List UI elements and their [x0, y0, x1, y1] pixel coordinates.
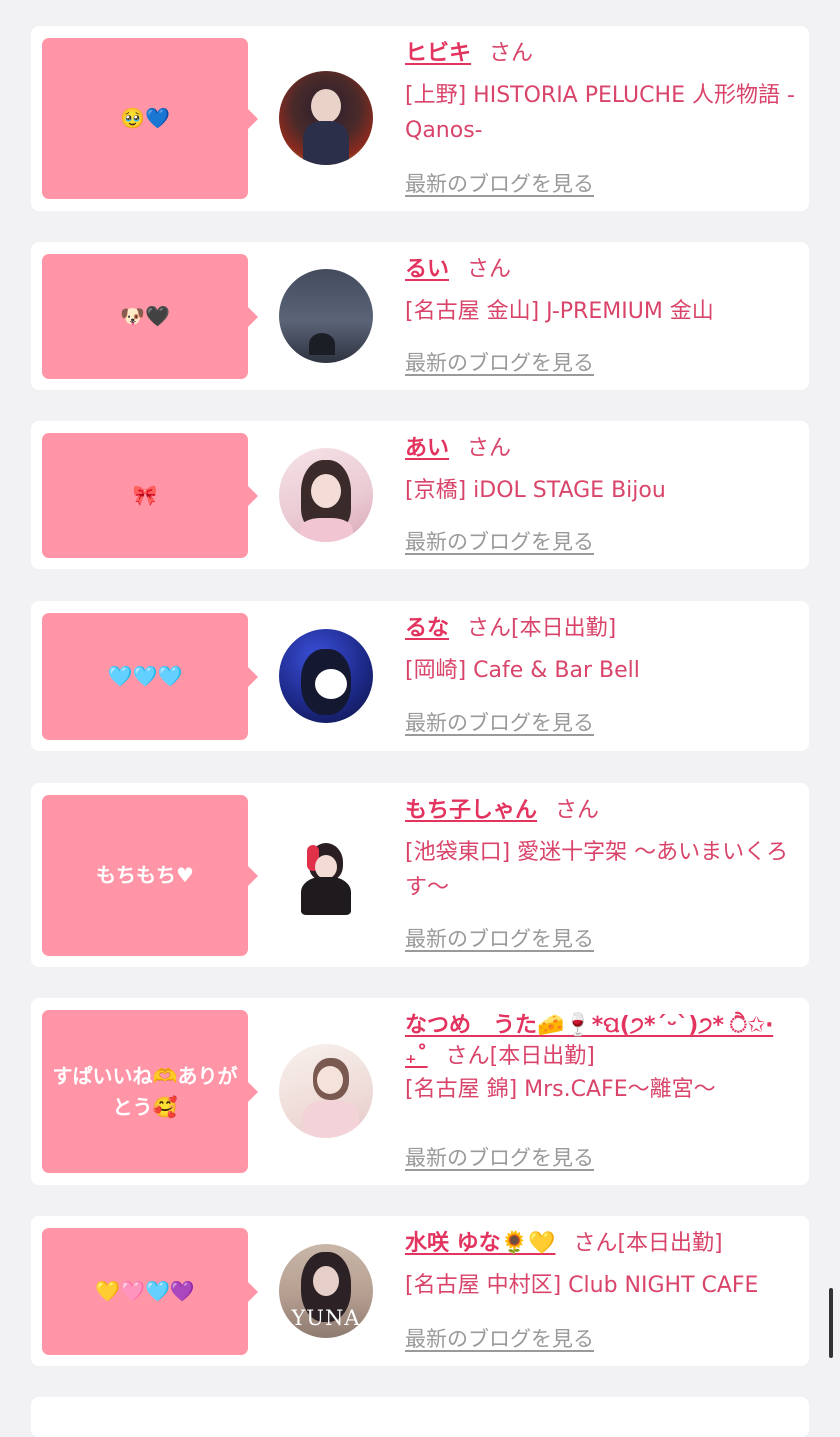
shop-name[interactable]: [池袋東口] 愛迷十字架 〜あいまいくろす〜: [405, 835, 800, 905]
latest-blog-link[interactable]: 最新のブログを見る: [405, 923, 594, 953]
honorific: さん: [467, 436, 512, 461]
latest-blog-link[interactable]: 最新のブログを見る: [405, 526, 594, 556]
shop-name[interactable]: [名古屋 金山] J-PREMIUM 金山: [405, 294, 800, 329]
message-bubble: すぱいいね🫶ありがとう🥰: [42, 1010, 258, 1173]
message-text: すぱいいね🫶ありがとう🥰: [52, 1063, 238, 1119]
honorific: さん: [445, 1044, 490, 1069]
list-item: もちもち♥ もち子しゃん さん [池袋東口] 愛迷十字架 〜あいまいくろす〜 最新…: [31, 783, 809, 967]
message-text: もちもち♥: [96, 863, 194, 887]
user-name-link[interactable]: 水咲 ゆな🌻💛: [405, 1231, 555, 1256]
user-name-link[interactable]: るい: [405, 257, 449, 282]
latest-blog-link[interactable]: 最新のブログを見る: [405, 1142, 594, 1172]
message-bubble: 🥹💙: [42, 38, 258, 199]
honorific: さん: [467, 616, 512, 641]
message-bubble: 🩵🩵🩵: [42, 613, 258, 740]
latest-blog-link[interactable]: 最新のブログを見る: [405, 707, 594, 737]
honorific: さん: [467, 257, 512, 282]
user-name-link[interactable]: ヒビキ: [405, 41, 471, 66]
shop-name[interactable]: [名古屋 錦] Mrs.CAFE〜離宮〜: [405, 1072, 800, 1107]
avatar[interactable]: [279, 448, 373, 542]
message-text: 🥹💙: [120, 106, 170, 130]
user-name-link[interactable]: あい: [405, 436, 449, 461]
status-label: [本日出勤]: [489, 1044, 595, 1069]
avatar[interactable]: YUNA: [279, 1244, 373, 1338]
message-text: 🩵🩵🩵: [107, 664, 183, 688]
list-item: 🐶🖤 るい さん [名古屋 金山] J-PREMIUM 金山 最新のブログを見る: [31, 242, 809, 390]
latest-blog-link[interactable]: 最新のブログを見る: [405, 168, 594, 198]
avatar[interactable]: [279, 1044, 373, 1138]
avatar-caption: YUNA: [291, 1306, 361, 1330]
status-label: [本日出勤]: [617, 1231, 723, 1256]
avatar[interactable]: [279, 71, 373, 165]
honorific: さん: [573, 1231, 618, 1256]
list-item: 💛🩷🩵💜 YUNA 水咲 ゆな🌻💛 さん[本日出勤] [名古屋 中村区] Club…: [31, 1216, 809, 1366]
shop-name[interactable]: [名古屋 中村区] Club NIGHT CAFE: [405, 1268, 800, 1303]
honorific: さん: [489, 41, 534, 66]
avatar[interactable]: [279, 269, 373, 363]
list-item: 🎀 あい さん [京橋] iDOL STAGE Bijou 最新のブログを見る: [31, 421, 809, 569]
shop-name[interactable]: [上野] HISTORIA PELUCHE 人形物語 -Qanos-: [405, 78, 800, 148]
honorific: さん: [555, 798, 600, 823]
list-item: すぱいいね🫶ありがとう🥰 なつめ うた🧀🍷*ପ(੭*ˊᵕˋ)੭* ੈ✩‧₊˚ さん…: [31, 998, 809, 1185]
list-item: 🩵🩵🩵 るな さん[本日出勤] [岡崎] Cafe & Bar Bell 最新のブ…: [31, 601, 809, 751]
shop-name[interactable]: [岡崎] Cafe & Bar Bell: [405, 653, 800, 688]
message-bubble: 🐶🖤: [42, 254, 258, 379]
message-bubble: 💛🩷🩵💜: [42, 1228, 258, 1355]
message-text: 🎀: [132, 483, 158, 507]
message-bubble: もちもち♥: [42, 795, 258, 956]
message-text: 💛🩷🩵💜: [95, 1279, 195, 1303]
user-name-link[interactable]: るな: [405, 616, 449, 641]
message-bubble: 🎀: [42, 433, 258, 558]
shop-name[interactable]: [京橋] iDOL STAGE Bijou: [405, 473, 800, 508]
status-label: [本日出勤]: [511, 616, 617, 641]
latest-blog-link[interactable]: 最新のブログを見る: [405, 1323, 594, 1353]
latest-blog-link[interactable]: 最新のブログを見る: [405, 347, 594, 377]
list-item: 🥹💙 ヒビキ さん [上野] HISTORIA PELUCHE 人形物語 -Qan…: [31, 26, 809, 211]
message-text: 🐶🖤: [120, 304, 170, 328]
scrollbar[interactable]: [829, 1288, 833, 1358]
user-name-link[interactable]: もち子しゃん: [405, 798, 537, 823]
list-item: [31, 1397, 809, 1437]
avatar[interactable]: [279, 827, 373, 921]
avatar[interactable]: [279, 629, 373, 723]
